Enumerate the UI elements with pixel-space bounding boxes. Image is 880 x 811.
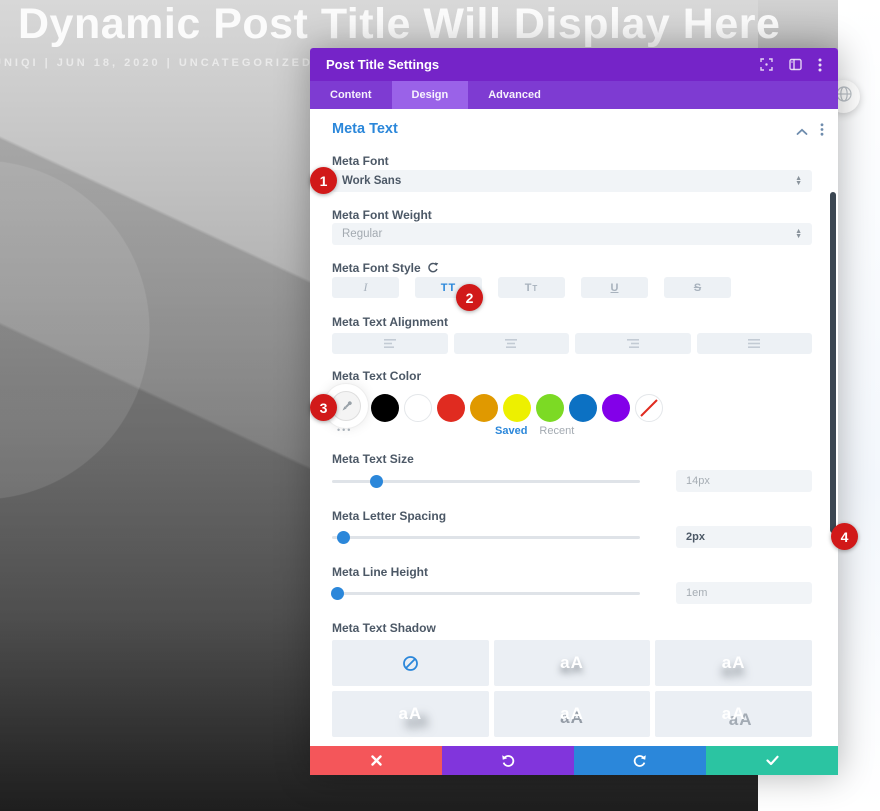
tab-design[interactable]: Design bbox=[392, 81, 469, 109]
meta-text-size-input[interactable] bbox=[676, 470, 812, 492]
text-shadow-presets: aA aA aA aA aA bbox=[332, 640, 812, 737]
modal-tab-bar: Content Design Advanced bbox=[310, 81, 838, 109]
swatch-red[interactable] bbox=[437, 394, 465, 422]
align-left-button[interactable] bbox=[332, 333, 448, 354]
meta-font-weight-dropdown[interactable]: Regular ▲▼ bbox=[332, 223, 812, 245]
page: Dynamic Post Title Will Display Here UNI… bbox=[0, 0, 880, 811]
align-justify-button[interactable] bbox=[697, 333, 813, 354]
tab-advanced[interactable]: Advanced bbox=[468, 81, 561, 109]
swatch-yellow[interactable] bbox=[503, 394, 531, 422]
meta-text-size-slider[interactable] bbox=[332, 480, 640, 483]
collapse-section-icon[interactable] bbox=[796, 123, 808, 141]
meta-text-size-label: Meta Text Size bbox=[332, 452, 414, 466]
more-colors-button[interactable]: ••• bbox=[337, 425, 352, 435]
undo-icon bbox=[501, 754, 515, 767]
shadow-preset-down-soft-large-button[interactable]: aA bbox=[655, 640, 812, 686]
meta-line-height-slider-handle[interactable] bbox=[331, 587, 344, 600]
shadow-preset-down-soft-button[interactable]: aA bbox=[494, 640, 651, 686]
section-menu-icon[interactable] bbox=[820, 123, 824, 141]
shadow-preset-down-right-soft-button[interactable]: aA bbox=[332, 691, 489, 737]
swatch-purple[interactable] bbox=[602, 394, 630, 422]
reset-style-icon[interactable] bbox=[427, 262, 439, 277]
undo-button[interactable] bbox=[442, 746, 574, 775]
close-icon bbox=[371, 755, 382, 766]
modal-menu-icon[interactable] bbox=[818, 58, 822, 72]
meta-text-alignment-label: Meta Text Alignment bbox=[332, 315, 448, 329]
meta-font-weight-value: Regular bbox=[342, 228, 795, 240]
meta-line-height-label: Meta Line Height bbox=[332, 565, 428, 579]
align-right-button[interactable] bbox=[575, 333, 691, 354]
modal-title: Post Title Settings bbox=[326, 57, 760, 72]
recent-colors-tab[interactable]: Recent bbox=[539, 425, 574, 437]
swatch-white[interactable] bbox=[404, 394, 432, 422]
annotation-badge-2: 2 bbox=[456, 284, 483, 311]
annotation-badge-3: 3 bbox=[310, 394, 337, 421]
shadow-none-button[interactable] bbox=[332, 640, 489, 686]
meta-font-label: Meta Font bbox=[332, 154, 389, 168]
tab-content[interactable]: Content bbox=[310, 81, 392, 109]
align-center-button[interactable] bbox=[454, 333, 570, 354]
dropdown-arrows-icon: ▲▼ bbox=[795, 176, 802, 186]
meta-text-shadow-label: Meta Text Shadow bbox=[332, 621, 436, 635]
post-title-settings-modal: Post Title Settings bbox=[310, 48, 838, 775]
shadow-preset-down-hard-button[interactable]: aA bbox=[494, 691, 651, 737]
meta-font-value: Work Sans bbox=[342, 175, 795, 187]
modal-content: Meta Text Meta Font Work Sans ▲▼ Meta Fo… bbox=[310, 109, 838, 746]
meta-font-weight-label: Meta Font Weight bbox=[332, 208, 432, 222]
align-justify-icon bbox=[747, 338, 761, 349]
no-color-icon bbox=[636, 395, 662, 421]
check-icon bbox=[766, 755, 779, 766]
meta-line-height-slider[interactable] bbox=[332, 592, 640, 595]
align-center-icon bbox=[504, 338, 518, 349]
meta-letter-spacing-label: Meta Letter Spacing bbox=[332, 509, 446, 523]
section-title: Meta Text bbox=[332, 121, 398, 137]
align-left-icon bbox=[383, 338, 397, 349]
modal-scrollbar-thumb[interactable] bbox=[830, 192, 836, 533]
meta-letter-spacing-slider[interactable] bbox=[332, 536, 640, 539]
meta-text-color-label: Meta Text Color bbox=[332, 369, 421, 383]
save-button[interactable] bbox=[706, 746, 838, 775]
font-style-italic-button[interactable]: I bbox=[332, 277, 399, 298]
meta-line-height-input[interactable] bbox=[676, 582, 812, 604]
meta-text-size-slider-handle[interactable] bbox=[370, 475, 383, 488]
alignment-options bbox=[332, 333, 812, 354]
modal-header[interactable]: Post Title Settings bbox=[310, 48, 838, 81]
annotation-badge-1: 1 bbox=[310, 167, 337, 194]
annotation-badge-4: 4 bbox=[831, 523, 858, 550]
swatch-blue[interactable] bbox=[569, 394, 597, 422]
dock-panel-icon[interactable] bbox=[789, 58, 802, 71]
expand-modal-icon[interactable] bbox=[760, 58, 773, 71]
meta-font-dropdown[interactable]: Work Sans ▲▼ bbox=[332, 170, 812, 192]
color-swatches bbox=[371, 394, 663, 422]
redo-icon bbox=[633, 754, 647, 767]
swatch-orange[interactable] bbox=[470, 394, 498, 422]
meta-letter-spacing-input[interactable] bbox=[676, 526, 812, 548]
font-style-smallcaps-button[interactable]: Tt bbox=[498, 277, 565, 298]
font-style-underline-button[interactable]: U bbox=[581, 277, 648, 298]
redo-button[interactable] bbox=[574, 746, 706, 775]
swatch-black[interactable] bbox=[371, 394, 399, 422]
align-right-icon bbox=[626, 338, 640, 349]
swatch-none[interactable] bbox=[635, 394, 663, 422]
swatch-green[interactable] bbox=[536, 394, 564, 422]
post-title-text: Dynamic Post Title Will Display Here bbox=[18, 0, 780, 49]
shadow-preset-down-right-hard-button[interactable]: aA bbox=[655, 691, 812, 737]
discard-button[interactable] bbox=[310, 746, 442, 775]
meta-font-style-label: Meta Font Style bbox=[332, 261, 439, 277]
modal-action-bar bbox=[310, 746, 838, 775]
no-shadow-icon bbox=[402, 655, 419, 672]
saved-colors-tab[interactable]: Saved bbox=[495, 425, 527, 437]
font-style-strikethrough-button[interactable]: S bbox=[664, 277, 731, 298]
font-style-options: I TT Tt U S bbox=[332, 277, 731, 298]
dropdown-arrows-icon: ▲▼ bbox=[795, 229, 802, 239]
meta-letter-spacing-slider-handle[interactable] bbox=[337, 531, 350, 544]
